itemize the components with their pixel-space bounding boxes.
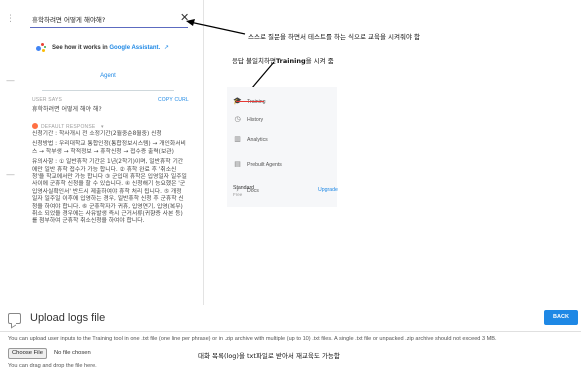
query-input-row[interactable]: 휴학하려면 어떻게 해야해? ✕ bbox=[20, 6, 200, 28]
divider bbox=[0, 331, 581, 332]
upload-description: You can upload user inputs to the Traini… bbox=[8, 336, 497, 342]
clock-icon: ◷ bbox=[234, 115, 241, 123]
back-button[interactable]: BACK bbox=[544, 310, 578, 325]
annotation-middle: 응답 불일치하면Training을 시켜 줌 bbox=[232, 57, 334, 65]
response-text: 신청기간 : 학사개시 전 소정기간(2월중순8월중) 신청 신청방법 : 우리… bbox=[32, 131, 188, 229]
query-input[interactable]: 휴학하려면 어떻게 해야해? bbox=[32, 14, 172, 24]
response-paragraph: 유의사항 : ① 일반휴학 기간은 1년(2학기)이며, 일반휴학 기간에만 일… bbox=[32, 159, 187, 225]
choose-file-button[interactable]: Choose File bbox=[8, 348, 47, 359]
query-input-underline bbox=[30, 27, 188, 28]
clear-query-icon[interactable]: ✕ bbox=[180, 11, 189, 24]
gutter-dash: — bbox=[6, 76, 15, 86]
external-link-icon: ↗ bbox=[163, 45, 169, 51]
sidebar-item-label: Prebuilt Agents bbox=[247, 162, 282, 168]
training-highlight bbox=[236, 101, 264, 102]
comment-icon bbox=[8, 313, 21, 324]
response-source-icon bbox=[32, 123, 38, 129]
google-assistant-row: See how it works in Google Assistant. ↗ bbox=[36, 42, 202, 56]
sidebar-item-label: History bbox=[247, 117, 264, 123]
gutter-dash: — bbox=[6, 170, 15, 180]
tab-agent[interactable]: Agent bbox=[30, 70, 186, 88]
tab-divider bbox=[42, 90, 174, 91]
annotation-top: 스스로 질문을 하면서 테스트를 하는 식으로 교육을 시켜줘야 함 bbox=[248, 33, 421, 41]
plan-name: Standard bbox=[233, 185, 255, 191]
bar-chart-icon: ▥ bbox=[234, 135, 241, 143]
copy-curl-button[interactable]: COPY CURL bbox=[158, 97, 189, 103]
response-paragraph: 신청방법 : 우리대학교 통합인정(통합정보시스템) → 개인화서비스 → 학부… bbox=[32, 141, 186, 155]
sidebar-item-label: Training bbox=[247, 99, 266, 105]
response-paragraph: 신청기간 : 학사개시 전 소정기간(2월중순8월중) 신청 bbox=[32, 131, 162, 137]
test-console: 휴학하려면 어떻게 해야해? ✕ See how it works in Goo… bbox=[20, 0, 204, 305]
drag-drop-hint: You can drag and drop the file here. bbox=[8, 363, 97, 369]
annotation-bottom: 대화 목록(log)을 txt파일로 받아서 재교육도 가능함 bbox=[198, 352, 340, 360]
user-says-label: USER SAYS bbox=[32, 97, 63, 103]
google-assistant-link[interactable]: Google Assistant. bbox=[109, 45, 160, 51]
google-assistant-icon bbox=[36, 43, 46, 53]
default-response-label: DEFAULT RESPONSE ▾ bbox=[32, 123, 104, 130]
assistant-text: See how it works in Google Assistant. ↗ bbox=[52, 44, 169, 51]
chevron-down-icon[interactable]: ▾ bbox=[101, 124, 104, 130]
sidebar-item-analytics[interactable]: ▥ Analytics bbox=[233, 133, 333, 147]
prebuilt-agents-icon: ▤ bbox=[234, 160, 241, 168]
assistant-prefix: See how it works in bbox=[52, 45, 108, 51]
sidebar-item-label: Analytics bbox=[247, 137, 268, 143]
plan-tier: Free bbox=[233, 192, 243, 197]
sidebar-item-history[interactable]: ◷ History bbox=[233, 113, 333, 127]
user-says-text: 휴학하려면 어떻게 해야 해? bbox=[32, 106, 102, 113]
upgrade-link[interactable]: Upgrade bbox=[318, 187, 338, 193]
sidebar-item-prebuilt-agents[interactable]: ▤ Prebuilt Agents bbox=[233, 158, 333, 172]
page-title: Upload logs file bbox=[30, 312, 106, 324]
file-status: No file chosen bbox=[54, 350, 91, 356]
gutter-dots: ⋮ bbox=[6, 14, 15, 24]
sidebar-item-training[interactable]: 🎓 Training bbox=[233, 95, 333, 109]
